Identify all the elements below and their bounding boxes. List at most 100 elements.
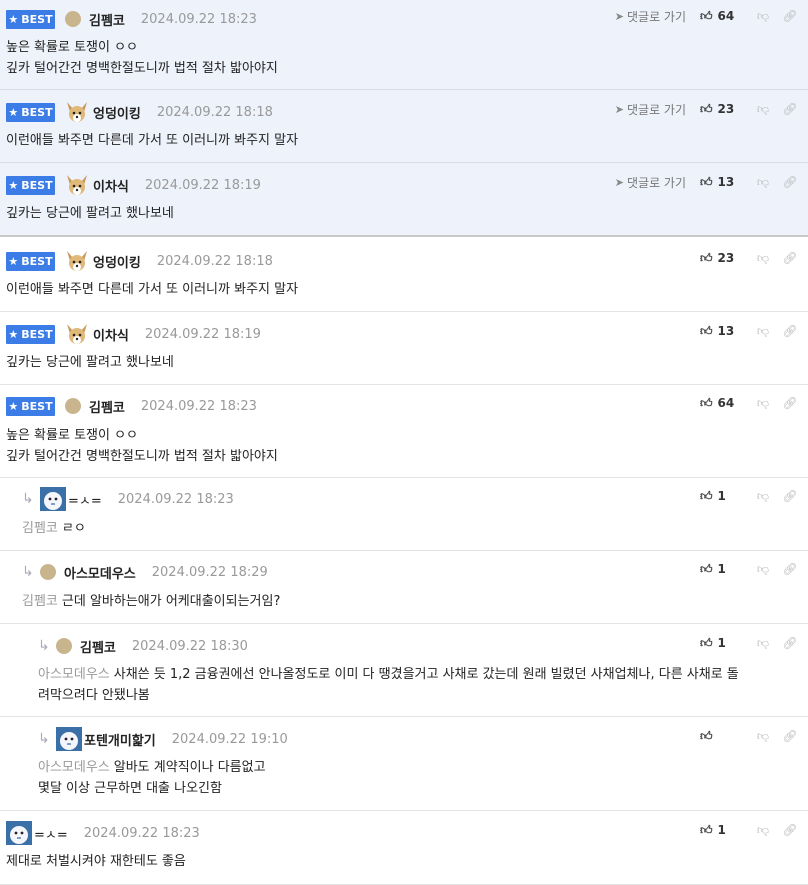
like-button[interactable]: 👍︎ 1	[700, 562, 750, 577]
dog-avatar-icon[interactable]	[65, 249, 89, 273]
author-nick[interactable]: =ㅅ=	[34, 824, 68, 843]
like-button[interactable]: 👍︎	[700, 729, 750, 744]
like-button[interactable]: 👍︎ 23	[700, 251, 750, 266]
like-button[interactable]: 👍︎ 13	[700, 324, 750, 339]
best-badge: ★ BEST	[6, 102, 55, 122]
send-icon: ➤	[614, 175, 624, 189]
mention-link[interactable]: 김펨코	[22, 594, 58, 609]
author-nick[interactable]: 이차식	[93, 176, 129, 195]
dislike-button[interactable]: 👎︎	[750, 489, 776, 504]
mention-link[interactable]: 김펨코	[22, 521, 58, 536]
link-icon[interactable]: 🔗︎	[776, 102, 804, 116]
like-button[interactable]: 👍︎ 1	[700, 823, 750, 838]
comment-text: 이런애들 봐주면 다른데 가서 또 이러니까 봐주지 말자	[6, 282, 299, 297]
link-icon[interactable]: 🔗︎	[776, 729, 804, 743]
reply-arrow-icon: ↳	[22, 491, 34, 507]
comment-text: 높은 확률로 토쟁이 ㅇㅇ 깊카 털어간건 명백한절도니까 법적 절차 밟아야지	[6, 40, 278, 76]
like-button[interactable]: 👍︎ 23	[700, 102, 750, 117]
thumbs-up-icon: 👍︎	[700, 174, 713, 189]
robot-avatar-icon[interactable]	[40, 487, 66, 511]
dislike-button[interactable]: 👎︎	[750, 251, 776, 266]
dislike-button[interactable]: 👎︎	[750, 396, 776, 411]
link-icon[interactable]: 🔗︎	[776, 175, 804, 189]
comment-date: 2024.09.22 18:29	[151, 564, 268, 580]
link-icon[interactable]: 🔗︎	[776, 251, 804, 265]
comment-date: 2024.09.22 18:23	[117, 491, 234, 507]
comment-text: 높은 확률로 토쟁이 ㅇㅇ 깊카 털어간건 명백한절도니까 법적 절차 밟아야지	[6, 428, 278, 464]
goto-comment-link[interactable]: ➤ 댓글로 가기	[615, 8, 686, 25]
dislike-button[interactable]: 👎︎	[750, 636, 776, 651]
link-icon[interactable]: 🔗︎	[776, 636, 804, 650]
link-icon[interactable]: 🔗︎	[776, 562, 804, 576]
dog-avatar-icon[interactable]	[65, 100, 89, 124]
reply-arrow-icon: ↳	[38, 731, 50, 747]
thumbs-up-icon: 👍︎	[700, 728, 713, 743]
dog-avatar-icon[interactable]	[65, 173, 89, 197]
author-nick[interactable]: 엉덩이킹	[93, 252, 141, 271]
thumbs-up-icon: 👍︎	[700, 101, 713, 116]
avatar[interactable]	[56, 638, 72, 654]
like-button[interactable]: 👍︎ 64	[700, 396, 750, 411]
author-nick[interactable]: 엉덩이킹	[93, 103, 141, 122]
link-icon[interactable]: 🔗︎	[776, 396, 804, 410]
best-comment: ★ BEST 엉덩이킹 2024.09.22 18:18 ➤ 댓글로 가기 👍︎ 23…	[0, 90, 808, 163]
mention-link[interactable]: 아스모데우스	[38, 760, 110, 775]
comment-date: 2024.09.22 18:23	[140, 398, 257, 414]
dislike-button[interactable]: 👎︎	[750, 729, 776, 744]
thumbs-up-icon: 👍︎	[700, 561, 713, 576]
dog-avatar-icon[interactable]	[65, 322, 89, 346]
link-icon[interactable]: 🔗︎	[776, 9, 804, 23]
thumbs-up-icon: 👍︎	[700, 250, 713, 265]
dislike-button[interactable]: 👎︎	[750, 102, 776, 117]
like-button[interactable]: 👍︎ 64	[700, 9, 750, 24]
comment: ★ BEST 이차식 2024.09.22 18:19 👍︎ 13 👎︎ 🔗︎ 깊카…	[0, 312, 808, 385]
author-nick[interactable]: =ㅅ=	[68, 490, 102, 509]
like-button[interactable]: 👍︎ 1	[700, 636, 750, 651]
avatar[interactable]	[65, 11, 81, 27]
comment-date: 2024.09.22 18:18	[156, 253, 273, 269]
avatar[interactable]	[40, 564, 56, 580]
thumbs-up-icon: 👍︎	[700, 323, 713, 338]
thumbs-up-icon: 👍︎	[700, 395, 713, 410]
author-nick[interactable]: 아스모데우스	[64, 563, 136, 582]
thumbs-up-icon: 👍︎	[700, 635, 713, 650]
author-nick[interactable]: 포텐개미핥기	[84, 730, 156, 749]
author-nick[interactable]: 이차식	[93, 325, 129, 344]
best-badge: ★ BEST	[6, 9, 55, 29]
link-icon[interactable]: 🔗︎	[776, 823, 804, 837]
thumbs-up-icon: 👍︎	[700, 8, 713, 23]
reply-comment: ↳ 김펨코 2024.09.22 18:30 👍︎ 1 👎︎ 🔗︎ 아스모데우스 사…	[0, 624, 808, 717]
robot-avatar-icon[interactable]	[56, 727, 82, 751]
dislike-button[interactable]: 👎︎	[750, 562, 776, 577]
comment: ★ BEST 엉덩이킹 2024.09.22 18:18 👍︎ 23 👎︎ 🔗︎ 이…	[0, 239, 808, 312]
goto-comment-link[interactable]: ➤ 댓글로 가기	[615, 174, 686, 191]
dislike-button[interactable]: 👎︎	[750, 324, 776, 339]
comment-text: 아스모데우스 알바도 계약직이나 다름없고 몇달 이상 근무하면 대출 나오긴함	[38, 760, 266, 796]
comment-text: 이런애들 봐주면 다른데 가서 또 이러니까 봐주지 말자	[6, 133, 299, 148]
like-button[interactable]: 👍︎ 13	[700, 175, 750, 190]
author-nick[interactable]: 김펨코	[89, 10, 125, 29]
dislike-button[interactable]: 👎︎	[750, 9, 776, 24]
avatar[interactable]	[65, 398, 81, 414]
reply-comment: ↳ 아스모데우스 2024.09.22 18:29 👍︎ 1 👎︎ 🔗︎ 김펨코 근…	[0, 551, 808, 624]
goto-comment-link[interactable]: ➤ 댓글로 가기	[615, 101, 686, 118]
send-icon: ➤	[614, 9, 624, 23]
best-comment: ★ BEST 이차식 2024.09.22 18:19 ➤ 댓글로 가기 👍︎ 13 …	[0, 163, 808, 237]
comment-text: 김펨코 근데 알바하는애가 어케대출이되는거임?	[22, 594, 281, 609]
comment-text: 제대로 처벌시켜야 재한테도 좋음	[6, 854, 186, 869]
dislike-button[interactable]: 👎︎	[750, 175, 776, 190]
dislike-button[interactable]: 👎︎	[750, 823, 776, 838]
best-badge: ★ BEST	[6, 175, 55, 195]
author-nick[interactable]: 김펨코	[89, 397, 125, 416]
like-button[interactable]: 👍︎ 1	[700, 489, 750, 504]
mention-link[interactable]: 아스모데우스	[38, 667, 110, 682]
star-icon: ★	[8, 178, 19, 192]
best-badge: ★ BEST	[6, 251, 55, 271]
link-icon[interactable]: 🔗︎	[776, 489, 804, 503]
author-nick[interactable]: 김펨코	[80, 637, 116, 656]
robot-avatar-icon[interactable]	[6, 821, 32, 845]
thumbs-up-icon: 👍︎	[700, 488, 713, 503]
comment-text: 아스모데우스 사채쓴 듯 1,2 금융권에선 안나올정도로 이미 다 땡겼을거고 …	[38, 667, 739, 703]
link-icon[interactable]: 🔗︎	[776, 324, 804, 338]
comment-date: 2024.09.22 18:19	[144, 326, 261, 342]
